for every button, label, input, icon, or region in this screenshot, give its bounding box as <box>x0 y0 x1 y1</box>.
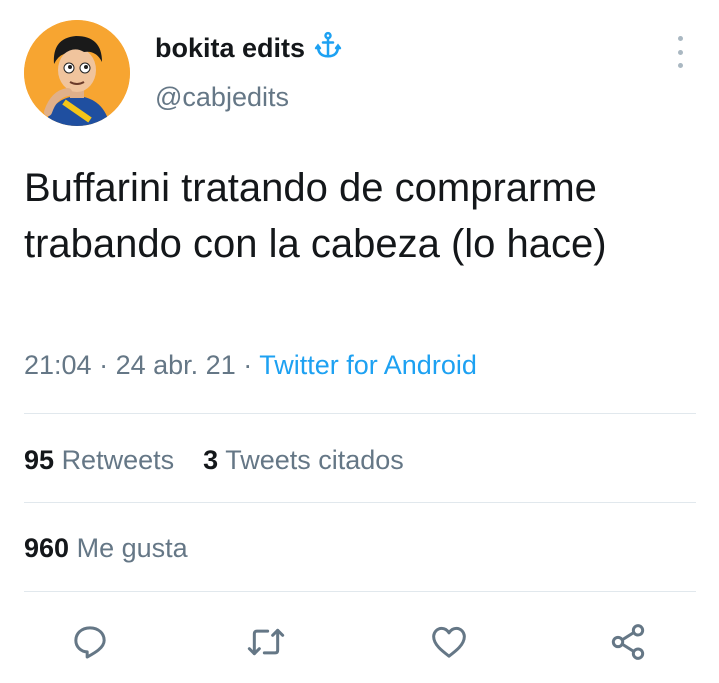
avatar[interactable] <box>24 20 130 126</box>
more-options-icon[interactable] <box>670 36 690 68</box>
more-dot <box>677 36 683 41</box>
meta-separator: · <box>99 350 109 380</box>
action-bar <box>0 610 719 674</box>
divider <box>24 591 696 592</box>
more-dot <box>677 49 683 55</box>
likes-stat[interactable]: 960 Me gusta <box>24 533 188 563</box>
like-icon[interactable] <box>427 620 471 664</box>
meta-separator: · <box>243 350 253 380</box>
more-dot <box>677 63 683 68</box>
avatar-illustration <box>24 20 130 126</box>
quotes-label: Tweets citados <box>225 445 404 475</box>
tweet-date: 24 abr. 21 <box>115 350 236 380</box>
author-handle[interactable]: @cabjedits <box>155 82 289 113</box>
quotes-stat[interactable]: 3 Tweets citados <box>203 445 404 475</box>
tweet-meta: 21:04 · 24 abr. 21 · Twitter for Android <box>24 350 477 381</box>
tweet-time: 21:04 <box>24 350 92 380</box>
likes-count: 960 <box>24 533 70 563</box>
tweet-source-link[interactable]: Twitter for Android <box>259 350 477 380</box>
retweet-icon[interactable] <box>244 620 288 664</box>
tweet-text: Buffarini tratando de comprarme trabando… <box>24 166 607 266</box>
author-display-name[interactable]: bokita edits <box>155 33 305 64</box>
quotes-count: 3 <box>203 445 219 475</box>
likes-stats-row: 960 Me gusta <box>24 533 188 564</box>
reply-icon[interactable] <box>68 620 112 664</box>
retweet-stats-row: 95 Retweets 3 Tweets citados <box>24 445 404 476</box>
retweets-label: Retweets <box>61 445 175 475</box>
author-display-name-row[interactable]: bokita edits <box>155 30 343 66</box>
divider <box>24 413 696 414</box>
divider <box>24 502 696 503</box>
share-icon[interactable] <box>606 620 650 664</box>
likes-label: Me gusta <box>76 533 188 563</box>
retweets-stat[interactable]: 95 Retweets <box>24 445 182 475</box>
anchor-icon <box>313 30 343 66</box>
retweets-count: 95 <box>24 445 55 475</box>
